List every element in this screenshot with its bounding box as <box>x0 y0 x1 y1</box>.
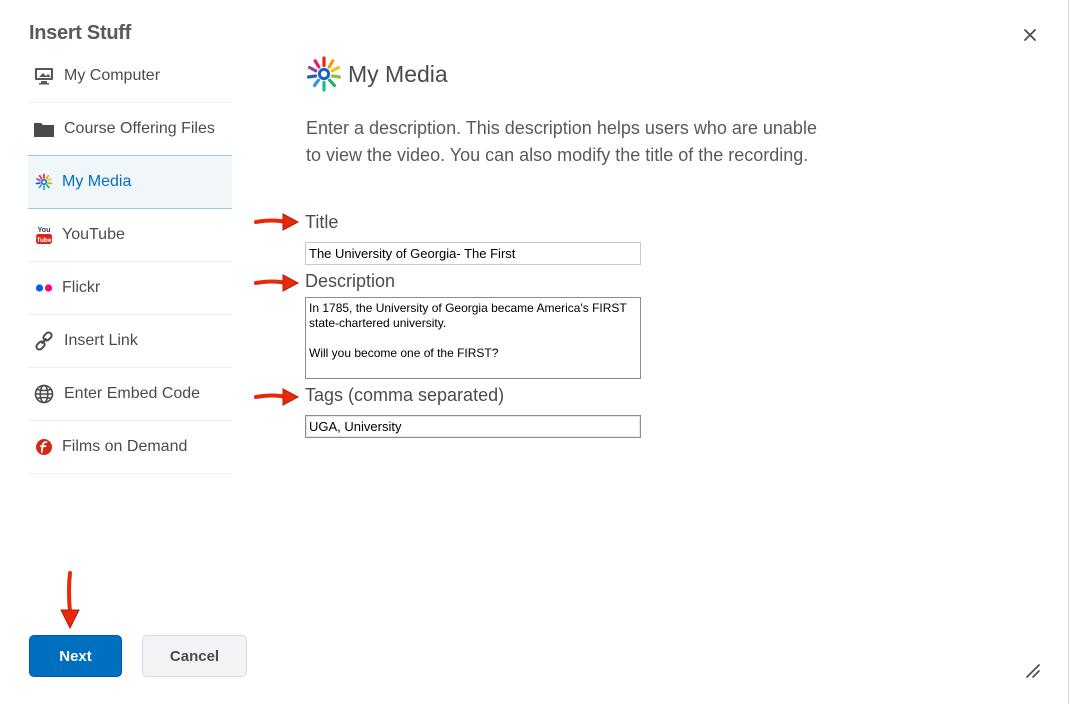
description-textarea[interactable]: In 1785, the University of Georgia becam… <box>305 297 641 379</box>
description-label: Description <box>305 271 396 291</box>
dialog-right-border <box>1068 0 1069 704</box>
sidebar-item-label: Enter Embed Code <box>64 385 201 402</box>
intro-text: Enter a description. This description he… <box>306 118 817 165</box>
svg-text:You: You <box>38 227 51 234</box>
title-input[interactable] <box>305 242 641 265</box>
sidebar-item-my-computer[interactable]: My Computer <box>28 50 232 103</box>
page-title: My Media <box>348 60 448 87</box>
close-button[interactable] <box>1019 24 1041 46</box>
next-button[interactable]: Next <box>29 635 122 677</box>
title-label: Title <box>305 212 339 232</box>
sidebar-item-label: Films on Demand <box>62 438 188 455</box>
monitor-icon <box>34 66 54 86</box>
annotation-arrow-icon <box>254 388 300 406</box>
sidebar-item-label: My Media <box>62 173 132 190</box>
globe-icon <box>34 384 54 404</box>
sidebar-item-enter-embed-code[interactable]: Enter Embed Code <box>28 368 232 421</box>
folder-icon <box>34 119 54 139</box>
sidebar-item-my-media[interactable]: My Media <box>28 155 232 209</box>
sidebar-item-films-on-demand[interactable]: Films on Demand <box>28 421 232 474</box>
youtube-icon: You Tube <box>34 225 54 245</box>
sidebar-item-label: My Computer <box>64 67 161 84</box>
annotation-arrow-icon <box>254 213 300 231</box>
sidebar: My Computer Course Offering Files My Med… <box>28 50 232 474</box>
resize-handle-icon[interactable] <box>1024 662 1040 678</box>
tags-input[interactable] <box>305 415 641 438</box>
svg-text:Tube: Tube <box>36 237 51 244</box>
cancel-button[interactable]: Cancel <box>142 635 247 677</box>
sidebar-item-label: Flickr <box>62 279 101 296</box>
link-icon <box>34 331 54 351</box>
films-on-demand-icon <box>34 437 54 457</box>
sidebar-item-insert-link[interactable]: Insert Link <box>28 315 232 368</box>
flickr-icon <box>34 278 54 298</box>
tags-label: Tags (comma separated) <box>305 385 505 405</box>
my-media-logo-icon <box>306 56 342 92</box>
annotation-arrow-icon <box>254 274 300 292</box>
dialog-title: Insert Stuff <box>29 22 131 44</box>
close-icon <box>1024 29 1036 41</box>
my-media-logo-icon <box>34 172 54 192</box>
sidebar-item-flickr[interactable]: Flickr <box>28 262 232 315</box>
sidebar-item-course-offering-files[interactable]: Course Offering Files <box>28 103 232 156</box>
main-header: My Media <box>306 56 448 92</box>
sidebar-item-label: Insert Link <box>64 332 138 349</box>
sidebar-item-youtube[interactable]: You Tube YouTube <box>28 209 232 262</box>
annotation-arrow-down-icon <box>60 571 80 630</box>
sidebar-item-label: Course Offering Files <box>64 120 215 137</box>
sidebar-item-label: YouTube <box>62 226 125 243</box>
